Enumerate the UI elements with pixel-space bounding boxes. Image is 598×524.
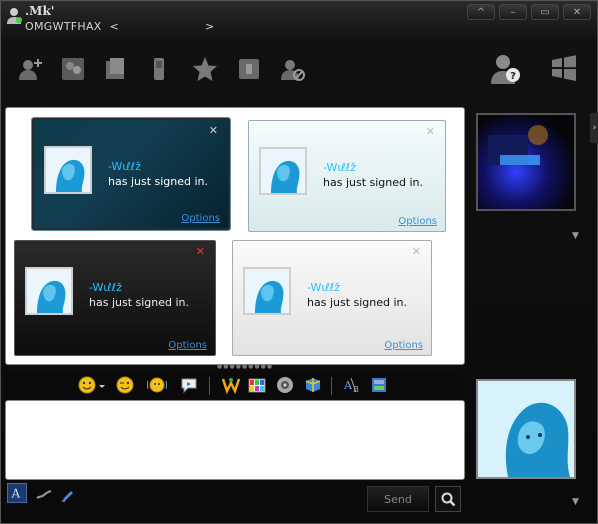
sign-in-notification[interactable]: ✕ -Wιℓℓž has just signed in. Options — [31, 117, 231, 231]
contact-avatar — [243, 267, 291, 315]
options-link[interactable]: Options — [384, 340, 423, 351]
svg-text:A: A — [11, 487, 21, 501]
contact-name: -Wιℓℓž — [108, 160, 141, 173]
status-next-arrow[interactable]: > — [205, 20, 215, 33]
contact-name: -Wιℓℓž — [89, 281, 122, 294]
add-contact-icon[interactable] — [17, 55, 45, 83]
svg-text:A: A — [343, 379, 353, 392]
message-input[interactable] — [5, 400, 465, 480]
sign-in-notification[interactable]: ✕ -Wιℓℓž has just signed in. Options — [232, 240, 432, 356]
notification-message: has just signed in. — [89, 296, 190, 309]
side-panel-toggle[interactable]: › — [590, 113, 598, 143]
font-style-icon[interactable]: A — [7, 483, 27, 503]
notification-message: has just signed in. — [307, 296, 408, 309]
notification-message: has just signed in. — [323, 176, 424, 189]
options-link[interactable]: Options — [168, 340, 207, 351]
games-icon[interactable] — [235, 55, 263, 83]
minimize-button[interactable]: – — [499, 4, 527, 20]
collapse-button[interactable]: ^ — [467, 4, 495, 20]
conversation-history[interactable]: ✕ -Wιℓℓž has just signed in. Options ✕ -… — [5, 107, 465, 365]
activities-icon[interactable] — [191, 55, 219, 83]
maximize-button[interactable]: ▭ — [531, 4, 559, 20]
sound-icon[interactable] — [275, 375, 295, 395]
format-toolbar: AB — [5, 373, 463, 399]
emoticon-icon[interactable] — [77, 375, 97, 395]
user-display-name[interactable]: .Mk' — [25, 4, 54, 18]
chevron-up-icon: ^ — [476, 6, 486, 18]
search-icon[interactable] — [435, 486, 461, 512]
contact-avatar — [25, 267, 73, 315]
font-icon[interactable]: AB — [343, 375, 363, 395]
user-display-picture[interactable] — [476, 379, 576, 479]
chevron-down-icon[interactable] — [97, 375, 107, 395]
maximize-icon: ▭ — [540, 6, 550, 18]
backgrounds-icon[interactable] — [247, 375, 267, 395]
contact-name: -Wιℓℓž — [307, 281, 340, 294]
bottom-bar: A — [1, 481, 598, 521]
options-link[interactable]: Options — [398, 216, 437, 227]
windows-logo-icon[interactable] — [549, 53, 579, 83]
close-icon[interactable]: ✕ — [412, 245, 421, 258]
sign-in-notification[interactable]: ✕ -Wιℓℓž has just signed in. Options — [248, 120, 446, 232]
handwriting-icon[interactable] — [35, 485, 53, 503]
contact-display-picture[interactable] — [476, 113, 576, 211]
voice-clip-icon[interactable] — [179, 375, 199, 395]
notification-message: has just signed in. — [108, 175, 209, 188]
sign-in-notification[interactable]: ✕ -Wιℓℓž has just signed in. Options — [14, 240, 216, 356]
separator — [209, 377, 210, 395]
contact-avatar — [259, 147, 307, 195]
chevron-right-icon: › — [592, 123, 597, 133]
send-button[interactable]: Send — [367, 486, 429, 512]
status-prev-arrow[interactable]: < — [109, 20, 119, 33]
chat-window: .Mk' OMGWTFHAX < > ^ – ▭ ✕ ? ✕ -Wιℓℓž ha… — [0, 0, 598, 524]
close-icon: ✕ — [572, 6, 582, 18]
winks-icon[interactable] — [221, 375, 241, 395]
status-text: OMGWTFHAX — [25, 20, 102, 33]
title-bar[interactable]: .Mk' OMGWTFHAX < > ^ – ▭ ✕ — [1, 1, 598, 41]
block-icon[interactable] — [279, 55, 307, 83]
games-icon[interactable] — [303, 375, 323, 395]
options-link[interactable]: Options — [181, 213, 220, 224]
contact-name: -Wιℓℓž — [323, 161, 356, 174]
personal-message[interactable]: OMGWTFHAX < > — [25, 20, 214, 33]
contact-avatar — [44, 146, 92, 194]
separator — [331, 377, 332, 395]
wink-icon[interactable] — [115, 375, 135, 395]
user-status-icon[interactable] — [6, 7, 22, 25]
minimize-icon: – — [510, 6, 516, 18]
print-icon[interactable] — [369, 375, 389, 395]
close-icon[interactable]: ✕ — [196, 245, 205, 258]
close-icon[interactable]: ✕ — [209, 124, 218, 137]
share-files-icon[interactable] — [101, 55, 129, 83]
close-icon[interactable]: ✕ — [426, 125, 435, 138]
phone-icon[interactable] — [145, 55, 173, 83]
svg-text:?: ? — [510, 71, 516, 82]
contact-card-icon[interactable]: ? — [489, 51, 523, 85]
invite-contact-icon[interactable] — [59, 55, 87, 83]
ink-icon[interactable] — [59, 485, 77, 503]
main-toolbar: ? — [1, 45, 598, 95]
nudge-icon[interactable] — [147, 375, 167, 395]
chevron-down-icon[interactable]: ▼ — [572, 497, 579, 507]
panel-splitter[interactable]: ●●●●●●●●● — [217, 364, 272, 370]
window-controls: ^ – ▭ ✕ — [467, 4, 591, 20]
chevron-down-icon[interactable]: ▼ — [572, 231, 579, 241]
close-button[interactable]: ✕ — [563, 4, 591, 20]
